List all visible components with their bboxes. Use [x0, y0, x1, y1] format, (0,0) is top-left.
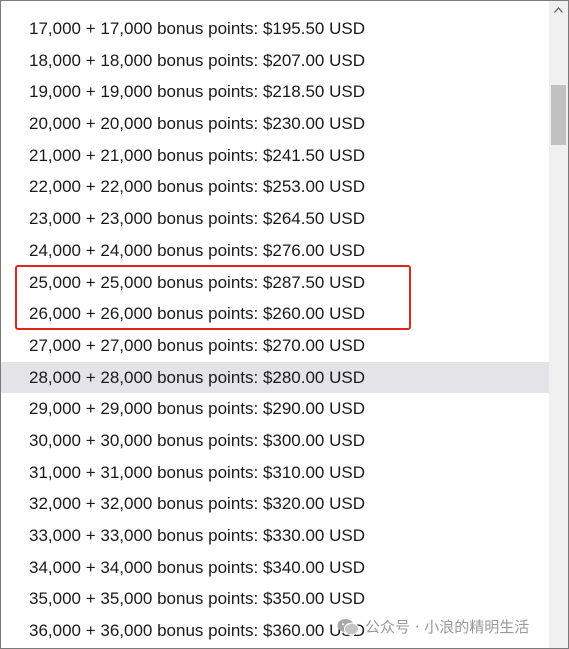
option-27000[interactable]: 27,000 + 27,000 bonus points: $270.00 US…	[1, 330, 549, 362]
option-25000[interactable]: 25,000 + 25,000 bonus points: $287.50 US…	[1, 267, 549, 299]
option-29000[interactable]: 29,000 + 29,000 bonus points: $290.00 US…	[1, 393, 549, 425]
option-24000[interactable]: 24,000 + 24,000 bonus points: $276.00 US…	[1, 235, 549, 267]
option-21000[interactable]: 21,000 + 21,000 bonus points: $241.50 US…	[1, 140, 549, 172]
option-23000[interactable]: 23,000 + 23,000 bonus points: $264.50 US…	[1, 203, 549, 235]
option-31000[interactable]: 31,000 + 31,000 bonus points: $310.00 US…	[1, 457, 549, 489]
option-30000[interactable]: 30,000 + 30,000 bonus points: $300.00 US…	[1, 425, 549, 457]
option-26000[interactable]: 26,000 + 26,000 bonus points: $260.00 US…	[1, 298, 549, 330]
option-17000[interactable]: 17,000 + 17,000 bonus points: $195.50 US…	[1, 13, 549, 45]
wechat-logo-icon	[337, 618, 359, 635]
vertical-scrollbar[interactable]	[549, 1, 568, 648]
option-32000[interactable]: 32,000 + 32,000 bonus points: $320.00 US…	[1, 488, 549, 520]
option-19000[interactable]: 19,000 + 19,000 bonus points: $218.50 US…	[1, 76, 549, 108]
options-list: 17,000 + 17,000 bonus points: $195.50 US…	[1, 13, 549, 647]
option-22000[interactable]: 22,000 + 22,000 bonus points: $253.00 US…	[1, 171, 549, 203]
scroll-thumb[interactable]	[551, 85, 566, 145]
watermark-text: 公众号 · 小浪的精明生活	[365, 618, 530, 636]
option-35000[interactable]: 35,000 + 35,000 bonus points: $350.00 US…	[1, 583, 549, 615]
option-20000[interactable]: 20,000 + 20,000 bonus points: $230.00 US…	[1, 108, 549, 140]
points-dropdown-list: 17,000 + 17,000 bonus points: $195.50 US…	[0, 0, 569, 649]
option-33000[interactable]: 33,000 + 33,000 bonus points: $330.00 US…	[1, 520, 549, 552]
option-28000-hovered[interactable]: 28,000 + 28,000 bonus points: $280.00 US…	[1, 361, 549, 394]
scroll-up-arrow-icon[interactable]	[549, 1, 568, 19]
option-34000[interactable]: 34,000 + 34,000 bonus points: $340.00 US…	[1, 552, 549, 584]
watermark: 公众号 · 小浪的精明生活	[337, 616, 529, 637]
option-18000[interactable]: 18,000 + 18,000 bonus points: $207.00 US…	[1, 45, 549, 77]
